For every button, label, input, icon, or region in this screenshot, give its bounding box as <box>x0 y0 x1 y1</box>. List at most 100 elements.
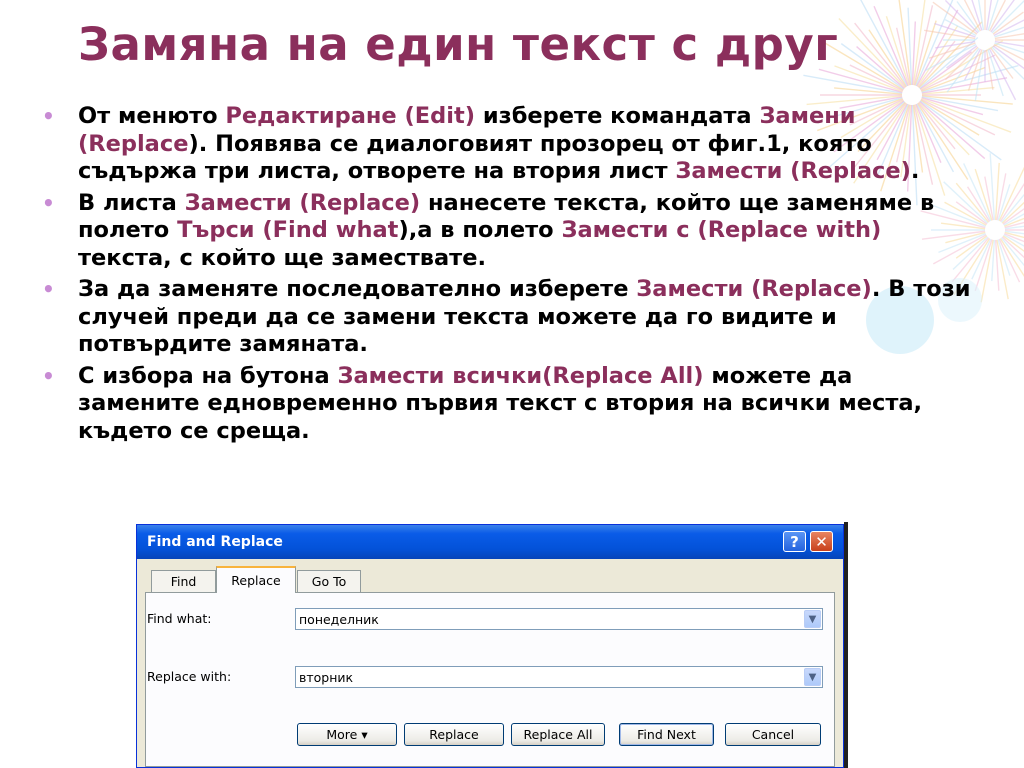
firework-ray <box>999 182 1024 222</box>
firework-ray <box>924 29 976 40</box>
highlighted-term: Замести всички(Replace All) <box>337 362 704 389</box>
firework-ray <box>898 0 912 86</box>
firework-ray <box>988 48 1017 101</box>
firework-ray <box>967 49 983 91</box>
replace-button[interactable]: Replace <box>404 723 504 746</box>
firework-ray <box>915 0 954 87</box>
firework-ray <box>956 1 980 33</box>
firework-ray <box>994 26 1024 38</box>
replace-with-input[interactable]: вторник ▼ <box>295 666 823 688</box>
firework-ray <box>1000 237 1024 267</box>
tab-find-label: Find <box>170 574 197 589</box>
firework-ray <box>944 46 979 81</box>
firework-ray <box>916 9 959 87</box>
firework-ray <box>840 43 905 90</box>
firework-ray <box>924 43 977 72</box>
firework-ray <box>980 239 994 303</box>
bullet-dot-icon: • <box>42 104 55 128</box>
firework-ray <box>990 47 1014 79</box>
firework-ray <box>946 45 978 69</box>
firework-ray <box>885 16 910 86</box>
replace-with-label: Replace with: <box>147 669 232 684</box>
firework-ray <box>944 19 977 37</box>
tab-replace[interactable]: Replace <box>216 566 296 593</box>
highlighted-term: Замести с (Replace with) <box>561 217 882 243</box>
firework-ray <box>920 54 996 92</box>
firework-ray <box>1003 213 1024 226</box>
firework-ray <box>918 21 983 89</box>
bullet-item: • В листа Замести (Replace) нанесете текс… <box>36 190 981 273</box>
firework-ray <box>834 87 903 95</box>
firework-ray <box>996 239 1009 300</box>
firework-ray <box>1004 221 1024 229</box>
tab-goto[interactable]: Go To <box>297 570 361 592</box>
firework-ray <box>838 18 906 89</box>
close-button[interactable]: ✕ <box>810 531 833 552</box>
firework-ray <box>921 64 1019 94</box>
bullet-item: • От менюто Редактиране (Edit) изберете к… <box>36 103 981 186</box>
firework-ray <box>919 51 972 90</box>
firework-ray <box>912 0 926 86</box>
firework-ray <box>920 40 1004 91</box>
firework-ray <box>834 65 903 93</box>
firework-ray <box>1004 225 1024 230</box>
firework-ray <box>987 49 1004 97</box>
firework-ray <box>996 173 1007 221</box>
chevron-down-icon[interactable]: ▼ <box>804 610 821 628</box>
find-what-value: понеделник <box>299 612 379 627</box>
firework-ray <box>803 74 903 94</box>
slide-title: Замяна на един текст с друг <box>78 18 839 71</box>
firework-ray <box>992 11 1024 35</box>
firework-ray <box>921 66 986 93</box>
firework-ray <box>984 176 994 221</box>
cancel-button[interactable]: Cancel <box>725 723 821 746</box>
firework-ray <box>911 21 917 86</box>
firework-ray <box>868 29 908 88</box>
firework-ray <box>964 48 982 81</box>
find-what-label: Find what: <box>147 611 212 626</box>
firework-ray <box>991 239 996 282</box>
bullet-text: ),а в полето <box>398 217 562 243</box>
help-button[interactable]: ? <box>783 531 806 552</box>
dialog-shadow <box>844 522 848 768</box>
firework-ray <box>946 47 980 93</box>
firework-ray <box>987 0 999 31</box>
firework-ray <box>854 22 907 88</box>
firework-ray <box>1001 201 1024 224</box>
dialog-titlebar[interactable]: Find and Replace ? ✕ <box>137 525 843 559</box>
firework-ray <box>988 0 1006 32</box>
firework-ray <box>932 1 978 35</box>
firework-ray <box>989 153 996 221</box>
firework-ray <box>990 0 1015 33</box>
bullet-text: От менюто <box>78 103 226 129</box>
more-button[interactable]: More ▾ <box>297 723 397 746</box>
highlighted-term: Търси (Find what <box>177 217 399 243</box>
firework-ray <box>1004 230 1024 235</box>
firework-ray <box>856 46 905 89</box>
firework-ray <box>928 42 976 59</box>
tab-goto-label: Go To <box>311 574 347 589</box>
firework-ray <box>994 239 1000 291</box>
firework-ray <box>994 42 1024 54</box>
tab-replace-label: Replace <box>231 573 281 588</box>
firework-ray <box>985 0 993 31</box>
firework-ray <box>849 64 904 92</box>
replace-with-value: вторник <box>299 670 354 685</box>
firework-ray <box>993 19 1024 37</box>
firework-ray <box>916 25 959 88</box>
replace-all-button[interactable]: Replace All <box>511 723 605 746</box>
bullet-text: изберете командата <box>475 103 760 129</box>
chevron-down-icon[interactable]: ▼ <box>804 668 821 686</box>
firework-ray <box>985 49 994 90</box>
firework-ray <box>1000 193 1024 223</box>
bullet-dot-icon: • <box>42 363 55 388</box>
tab-find[interactable]: Find <box>151 570 216 592</box>
bullet-text: . <box>910 158 920 184</box>
firework-ray <box>913 5 934 86</box>
firework-ray <box>994 162 1000 221</box>
find-next-button[interactable]: Find Next <box>619 723 714 746</box>
firework-ray <box>971 0 983 31</box>
find-what-input[interactable]: понеделник ▼ <box>295 608 823 630</box>
highlighted-term: Замести (Replace) <box>636 276 872 302</box>
firework-ray <box>873 5 909 87</box>
